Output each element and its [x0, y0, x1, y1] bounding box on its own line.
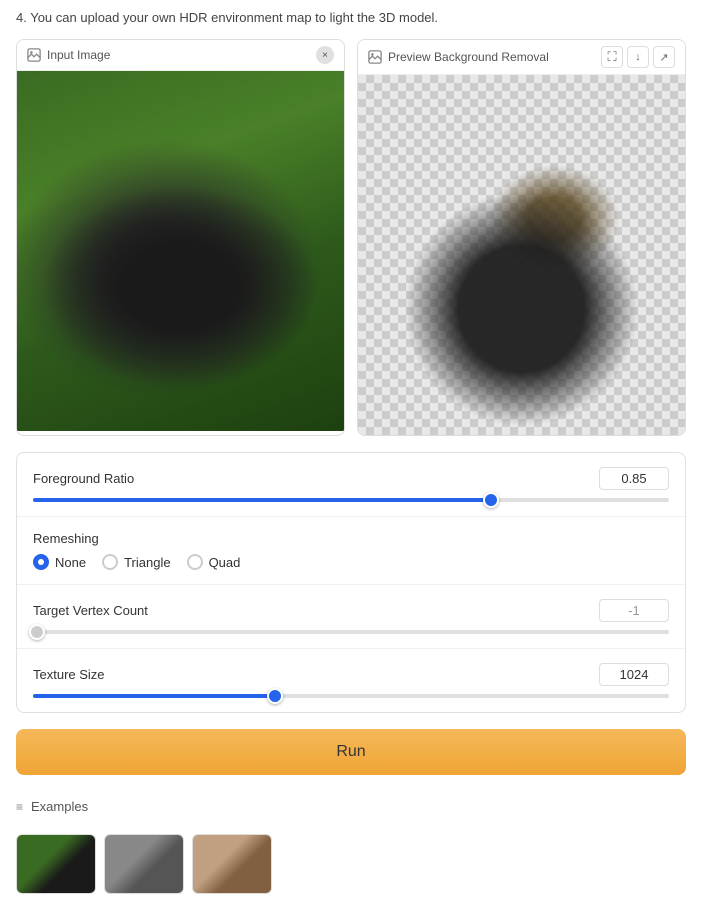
preview-panel-header-left: Preview Background Removal [368, 50, 549, 64]
input-panel-header: Input Image × [17, 40, 344, 71]
remeshing-label-row: Remeshing [33, 531, 669, 546]
download-button[interactable]: ↓ [627, 46, 649, 68]
preview-panel-actions: ⛶ ↓ ↗ [601, 46, 675, 68]
example-thumb-3[interactable] [192, 834, 272, 894]
remeshing-quad-option[interactable]: Quad [187, 554, 241, 570]
expand-button[interactable]: ⛶ [601, 46, 623, 68]
texture-size-label: Texture Size [33, 667, 105, 682]
close-input-button[interactable]: × [316, 46, 334, 64]
example-thumb-1-image [17, 835, 95, 893]
share-icon: ↗ [659, 51, 668, 64]
share-button[interactable]: ↗ [653, 46, 675, 68]
target-vertex-count-input[interactable] [599, 599, 669, 622]
foreground-ratio-slider-thumb[interactable] [483, 492, 499, 508]
preview-checker-background [358, 75, 685, 435]
target-vertex-count-row: Target Vertex Count [17, 585, 685, 649]
foreground-ratio-slider-fill [33, 498, 491, 502]
target-vertex-count-label: Target Vertex Count [33, 603, 148, 618]
input-image-panel: Input Image × [16, 39, 345, 436]
download-icon: ↓ [635, 51, 641, 63]
foreground-ratio-label-row: Foreground Ratio [33, 467, 669, 490]
foreground-ratio-input[interactable] [599, 467, 669, 490]
texture-size-slider-fill [33, 694, 275, 698]
texture-size-input[interactable] [599, 663, 669, 686]
preview-shoe-image [358, 75, 685, 435]
remeshing-none-option[interactable]: None [33, 554, 86, 570]
input-panel-label: Input Image [47, 48, 110, 62]
remeshing-none-radio[interactable] [33, 554, 49, 570]
remeshing-row: Remeshing None Triangle Quad [17, 517, 685, 585]
examples-thumbnails [0, 834, 702, 910]
texture-size-row: Texture Size [17, 649, 685, 712]
remeshing-triangle-label: Triangle [124, 555, 170, 570]
top-note-text: 4. You can upload your own HDR environme… [16, 10, 438, 25]
texture-size-label-row: Texture Size [33, 663, 669, 686]
foreground-ratio-label: Foreground Ratio [33, 471, 134, 486]
examples-icon: ≡ [16, 800, 23, 814]
preview-panel: Preview Background Removal ⛶ ↓ ↗ [357, 39, 686, 436]
preview-image-icon [368, 50, 382, 64]
remeshing-triangle-radio[interactable] [102, 554, 118, 570]
remeshing-label: Remeshing [33, 531, 99, 546]
preview-panel-label: Preview Background Removal [388, 50, 549, 64]
top-note: 4. You can upload your own HDR environme… [0, 0, 702, 39]
example-thumb-2[interactable] [104, 834, 184, 894]
remeshing-radio-group: None Triangle Quad [33, 554, 669, 570]
example-thumb-1[interactable] [16, 834, 96, 894]
texture-size-slider-track[interactable] [33, 694, 669, 698]
expand-icon: ⛶ [607, 49, 616, 65]
target-vertex-count-label-row: Target Vertex Count [33, 599, 669, 622]
run-button[interactable]: Run [16, 729, 686, 775]
images-container: Input Image × Preview Background Removal [0, 39, 702, 436]
controls-section: Foreground Ratio Remeshing None Triangle [16, 452, 686, 713]
foreground-ratio-slider-track[interactable] [33, 498, 669, 502]
remeshing-quad-radio[interactable] [187, 554, 203, 570]
image-icon [27, 48, 41, 62]
input-image-body [17, 71, 344, 431]
texture-size-slider-thumb[interactable] [267, 688, 283, 704]
input-shoe-image [17, 71, 344, 431]
input-panel-header-left: Input Image [27, 48, 110, 62]
preview-panel-header: Preview Background Removal ⛶ ↓ ↗ [358, 40, 685, 75]
target-vertex-count-slider-track [33, 630, 669, 634]
examples-section: ≡ Examples [0, 791, 702, 830]
remeshing-triangle-option[interactable]: Triangle [102, 554, 170, 570]
close-icon: × [322, 50, 328, 61]
foreground-ratio-row: Foreground Ratio [17, 453, 685, 517]
remeshing-quad-label: Quad [209, 555, 241, 570]
target-vertex-count-slider-thumb [29, 624, 45, 640]
run-button-label: Run [336, 743, 365, 760]
examples-label: Examples [31, 799, 88, 814]
remeshing-none-label: None [55, 555, 86, 570]
